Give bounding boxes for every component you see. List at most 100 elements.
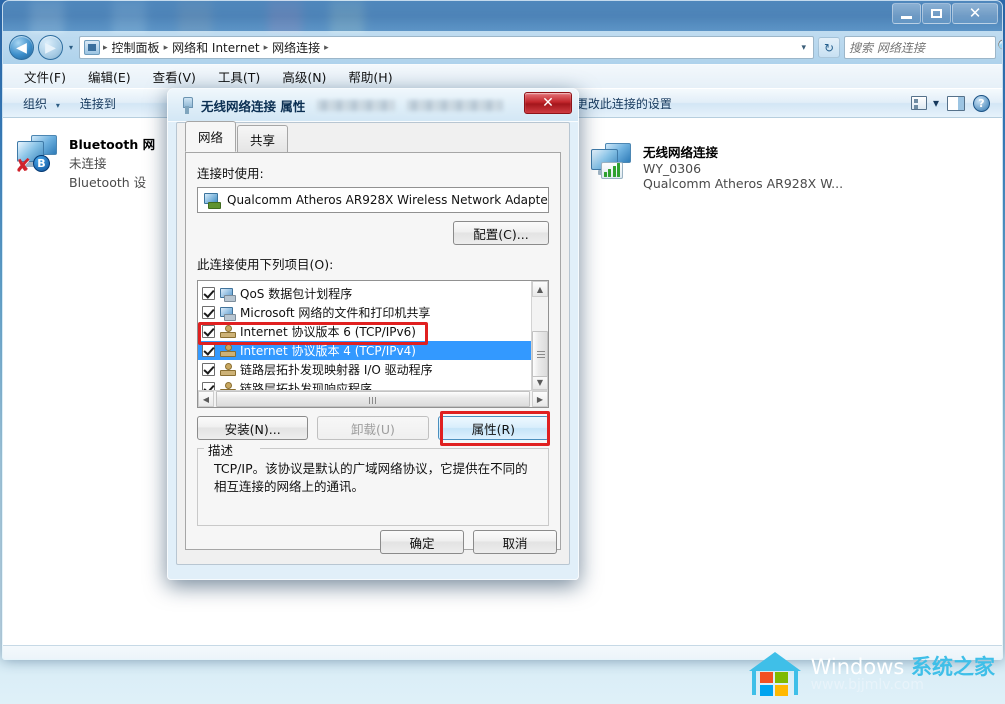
watermark: Windows 系统之家 www.bjjmlv.com — [748, 652, 995, 696]
protocol-icon — [220, 382, 236, 390]
watermark-texts: Windows 系统之家 www.bjjmlv.com — [811, 656, 995, 693]
description-text: TCP/IP。该协议是默认的广域网络协议，它提供在不同的相互连接的网络上的通讯。 — [214, 461, 528, 495]
checkbox[interactable] — [202, 363, 215, 376]
vertical-scroll-track[interactable] — [532, 297, 548, 377]
network-tab-panel: 连接时使用: Qualcomm Atheros AR928X Wireless … — [185, 152, 561, 550]
recent-pages-dropdown[interactable]: ▾ — [67, 43, 75, 52]
vertical-scrollbar[interactable]: ▲ ▼ — [531, 281, 548, 390]
redacted-region — [317, 99, 396, 111]
scroll-right-arrow-icon[interactable]: ▶ — [532, 391, 548, 407]
back-button[interactable]: ◀ — [9, 35, 34, 60]
configure-button[interactable]: 配置(C)... — [453, 221, 549, 245]
list-item-wireless-connection[interactable]: 无线网络连接 WY_0306 Qualcomm Atheros AR928X W… — [583, 137, 883, 195]
checkbox[interactable] — [202, 306, 215, 319]
install-button[interactable]: 安装(N)... — [197, 416, 309, 440]
window-title-bar: ✕ — [3, 1, 1002, 31]
tab-network[interactable]: 网络 — [185, 121, 237, 152]
breadcrumb-item-network-internet[interactable]: 网络和 Internet — [169, 39, 262, 56]
search-icon: 🔍 — [997, 40, 1002, 55]
list-item[interactable]: Internet 协议版本 6 (TCP/IPv6) — [198, 322, 531, 341]
connect-using-label: 连接时使用: — [197, 166, 264, 181]
checkbox[interactable] — [202, 325, 215, 338]
menu-help[interactable]: 帮助(H) — [337, 65, 403, 88]
connection-text: Bluetooth 网 未连接 Bluetooth 设 — [69, 133, 155, 191]
window-controls: ✕ — [892, 3, 998, 24]
connection-device: Bluetooth 设 — [69, 175, 147, 190]
address-history-caret-icon[interactable]: ▾ — [796, 43, 811, 53]
component-label: Internet 协议版本 6 (TCP/IPv6) — [240, 325, 416, 339]
adapter-name: Qualcomm Atheros AR928X Wireless Network… — [227, 193, 548, 207]
menu-file[interactable]: 文件(F) — [13, 65, 77, 88]
horizontal-scroll-track[interactable] — [214, 391, 532, 407]
dialog-title: 无线网络连接 属性 — [201, 98, 306, 114]
address-bar: ◀ ▶ ▾ ▸ 控制面板 ▸ 网络和 Internet ▸ 网络连接 ▸ ▾ ↻… — [3, 31, 1002, 64]
scroll-grip-icon — [369, 397, 378, 404]
refresh-button[interactable]: ↻ — [818, 37, 840, 58]
menu-view[interactable]: 查看(V) — [142, 65, 207, 88]
change-connection-settings-button[interactable]: 更改此连接的设置 — [566, 92, 682, 115]
list-item[interactable]: 链路层拓扑发现响应程序 — [198, 379, 531, 390]
checkbox[interactable] — [202, 344, 215, 357]
checkbox[interactable] — [202, 382, 215, 390]
breadcrumb-item-network-connections[interactable]: 网络连接 — [269, 39, 323, 56]
component-label: Internet 协议版本 4 (TCP/IPv4) — [240, 344, 416, 358]
checkbox[interactable] — [202, 287, 215, 300]
dialog-close-button[interactable]: ✕ — [524, 92, 572, 114]
redacted-region — [407, 99, 504, 111]
connect-to-button[interactable]: 连接到 — [70, 92, 126, 115]
network-computers-icon — [589, 141, 635, 181]
watermark-url: www.bjjmlv.com — [810, 676, 924, 693]
properties-button[interactable]: 属性(R) — [437, 416, 549, 440]
search-input[interactable] — [849, 40, 997, 55]
disconnected-x-icon: ✘ — [15, 155, 31, 177]
menu-advanced[interactable]: 高级(N) — [271, 65, 337, 88]
connection-ssid: WY_0306 — [643, 161, 702, 176]
breadcrumb-item-control-panel[interactable]: 控制面板 — [109, 39, 163, 56]
adapter-readonly-field: Qualcomm Atheros AR928X Wireless Network… — [197, 187, 549, 213]
bluetooth-icon: B — [33, 155, 50, 172]
list-item[interactable]: 链路层拓扑发现映射器 I/O 驱动程序 — [198, 360, 531, 379]
vertical-scroll-thumb[interactable] — [532, 331, 548, 377]
dialog-title-bar: 无线网络连接 属性 ✕ — [168, 89, 578, 122]
horizontal-scrollbar[interactable]: ◀ ▶ — [198, 390, 548, 407]
close-button[interactable]: ✕ — [952, 3, 998, 24]
list-item-ipv4-selected[interactable]: Internet 协议版本 4 (TCP/IPv4) — [198, 341, 531, 360]
scroll-left-arrow-icon[interactable]: ◀ — [198, 391, 214, 407]
preview-pane-button[interactable] — [943, 95, 969, 111]
organize-button[interactable]: 组织 ▾ — [13, 92, 70, 115]
ok-button[interactable]: 确定 — [380, 530, 464, 554]
list-item[interactable]: QoS 数据包计划程序 — [198, 284, 531, 303]
tab-strip: 网络 共享 — [177, 121, 569, 153]
watermark-brand: Windows 系统之家 — [811, 656, 995, 678]
minimize-button[interactable] — [892, 3, 921, 24]
list-item[interactable]: Microsoft 网络的文件和打印机共享 — [198, 303, 531, 322]
menu-edit[interactable]: 编辑(E) — [77, 65, 142, 88]
wireless-properties-dialog: 无线网络连接 属性 ✕ 网络 共享 连接时使用: Qualcomm Athero… — [167, 88, 579, 580]
connection-name: Bluetooth 网 — [69, 137, 156, 152]
forward-button[interactable]: ▶ — [38, 35, 63, 60]
components-list-inner: QoS 数据包计划程序 Microsoft 网络的文件和打印机共享 Intern… — [198, 281, 548, 390]
component-label: 链路层拓扑发现映射器 I/O 驱动程序 — [240, 363, 433, 377]
service-icon — [220, 306, 236, 321]
views-button[interactable]: ▾ — [907, 96, 943, 110]
components-list[interactable]: QoS 数据包计划程序 Microsoft 网络的文件和打印机共享 Intern… — [197, 280, 549, 408]
help-button[interactable]: ? — [969, 94, 994, 112]
component-actions: 安装(N)... 卸载(U) 属性(R) — [197, 416, 549, 440]
desktop: ✕ ◀ ▶ ▾ ▸ 控制面板 ▸ 网络和 Internet ▸ 网络连接 ▸ ▾… — [0, 0, 1005, 704]
scroll-up-arrow-icon[interactable]: ▲ — [532, 281, 548, 297]
connection-state: 未连接 — [69, 156, 107, 171]
windows-house-logo-icon — [748, 652, 801, 696]
menu-tools[interactable]: 工具(T) — [207, 65, 271, 88]
cancel-button[interactable]: 取消 — [473, 530, 557, 554]
search-box[interactable]: 🔍 — [844, 36, 1002, 59]
preview-pane-icon — [947, 95, 965, 111]
horizontal-scroll-thumb[interactable] — [216, 391, 530, 407]
components-items: QoS 数据包计划程序 Microsoft 网络的文件和打印机共享 Intern… — [198, 281, 531, 390]
watermark-brand-en: Windows — [810, 654, 911, 679]
tab-sharing[interactable]: 共享 — [237, 125, 289, 153]
organize-label: 组织 — [23, 96, 48, 111]
chevron-down-icon: ▾ — [932, 96, 939, 110]
maximize-button[interactable] — [922, 3, 951, 24]
description-group: 描述 TCP/IP。该协议是默认的广域网络协议，它提供在不同的相互连接的网络上的… — [197, 440, 549, 526]
breadcrumb[interactable]: ▸ 控制面板 ▸ 网络和 Internet ▸ 网络连接 ▸ ▾ — [79, 36, 814, 59]
